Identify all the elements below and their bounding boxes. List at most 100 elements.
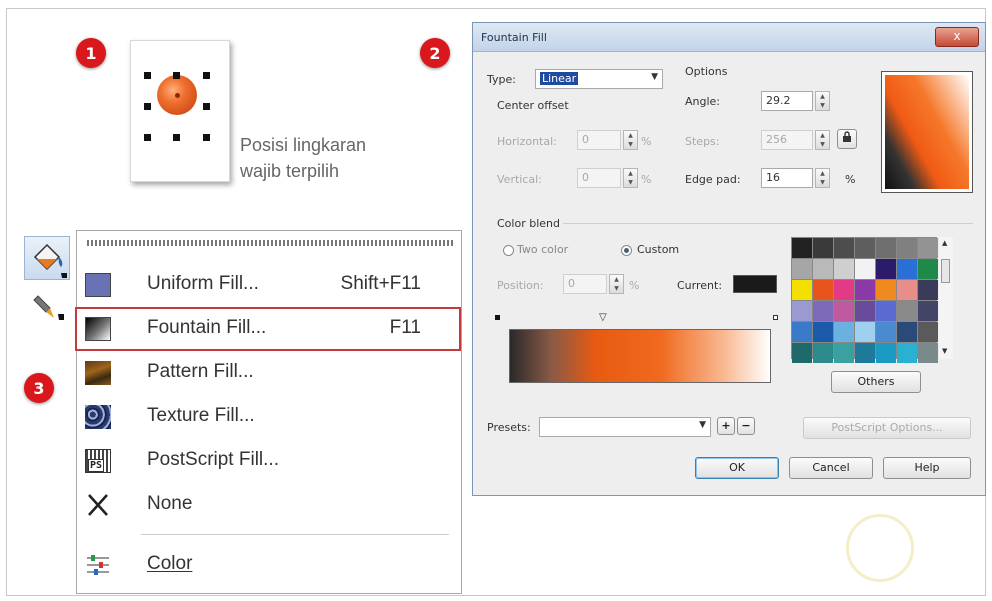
others-button[interactable]: Others <box>831 371 921 393</box>
cancel-button[interactable]: Cancel <box>789 457 873 479</box>
palette-swatch[interactable] <box>792 343 812 363</box>
palette-swatch[interactable] <box>792 280 812 300</box>
palette-swatch[interactable] <box>918 322 938 342</box>
selection-handle[interactable] <box>173 72 180 79</box>
two-color-radio[interactable] <box>503 245 514 256</box>
gradient-end-node[interactable] <box>773 315 778 320</box>
menu-item-none[interactable]: None <box>77 483 461 527</box>
palette-swatch[interactable] <box>813 238 833 258</box>
palette-swatch[interactable] <box>918 343 938 363</box>
palette-swatch[interactable] <box>918 280 938 300</box>
palette-swatch[interactable] <box>897 301 917 321</box>
selection-handle[interactable] <box>144 72 151 79</box>
palette-swatch[interactable] <box>897 322 917 342</box>
selection-handle[interactable] <box>144 134 151 141</box>
palette-swatch[interactable] <box>792 238 812 258</box>
palette-swatch[interactable] <box>813 322 833 342</box>
palette-swatch[interactable] <box>918 259 938 279</box>
palette-swatch[interactable] <box>855 238 875 258</box>
selection-handle[interactable] <box>203 72 210 79</box>
palette-swatch[interactable] <box>876 280 896 300</box>
angle-input[interactable]: 29.2 <box>761 91 813 111</box>
palette-swatch[interactable] <box>813 343 833 363</box>
horizontal-input[interactable]: 0 <box>577 130 621 150</box>
presets-select[interactable]: ▼ <box>539 417 711 437</box>
center-offset-label: Center offset <box>497 99 569 112</box>
palette-swatch[interactable] <box>834 322 854 342</box>
edge-pad-input[interactable]: 16 <box>761 168 813 188</box>
palette-swatch[interactable] <box>855 322 875 342</box>
palette-swatch[interactable] <box>834 280 854 300</box>
palette-swatch[interactable] <box>792 301 812 321</box>
palette-swatch[interactable] <box>897 280 917 300</box>
menu-item-pattern-fill[interactable]: Pattern Fill... <box>77 351 461 395</box>
custom-radio[interactable] <box>621 245 632 256</box>
ok-button[interactable]: OK <box>695 457 779 479</box>
vertical-spinner[interactable]: ▲ ▼ <box>623 168 638 188</box>
palette-swatch[interactable] <box>834 343 854 363</box>
menu-item-label: Color <box>147 553 193 574</box>
palette-swatch[interactable] <box>876 343 896 363</box>
menu-item-texture-fill[interactable]: Texture Fill... <box>77 395 461 439</box>
palette-swatch[interactable] <box>813 259 833 279</box>
menu-item-shortcut: F11 <box>389 317 421 338</box>
menu-item-uniform-fill[interactable]: Uniform Fill... Shift+F11 <box>77 263 461 307</box>
add-preset-button[interactable]: + <box>717 417 735 435</box>
palette-swatch[interactable] <box>855 301 875 321</box>
color-palette[interactable] <box>791 237 938 363</box>
palette-swatch[interactable] <box>855 259 875 279</box>
type-select[interactable]: Linear ▼ <box>535 69 663 89</box>
selection-handle[interactable] <box>203 134 210 141</box>
position-spinner[interactable]: ▲ ▼ <box>609 274 624 294</box>
palette-swatch[interactable] <box>876 259 896 279</box>
palette-swatch[interactable] <box>792 259 812 279</box>
edge-pad-spinner[interactable]: ▲ ▼ <box>815 168 830 188</box>
vertical-input[interactable]: 0 <box>577 168 621 188</box>
palette-swatch[interactable] <box>897 238 917 258</box>
steps-input[interactable]: 256 <box>761 130 813 150</box>
outline-tool-button[interactable] <box>30 292 66 322</box>
selection-handle[interactable] <box>144 103 151 110</box>
selection-handle[interactable] <box>173 134 180 141</box>
position-input[interactable]: 0 <box>563 274 607 294</box>
menu-item-color[interactable]: Color <box>77 543 461 587</box>
horizontal-spinner[interactable]: ▲ ▼ <box>623 130 638 150</box>
steps-spinner[interactable]: ▲ ▼ <box>815 130 830 150</box>
palette-scrollbar[interactable]: ▲ ▼ <box>939 237 953 359</box>
fill-tool-button[interactable] <box>24 236 70 280</box>
palette-swatch[interactable] <box>855 280 875 300</box>
palette-swatch[interactable] <box>792 322 812 342</box>
palette-swatch[interactable] <box>813 301 833 321</box>
palette-swatch[interactable] <box>855 343 875 363</box>
menu-item-postscript-fill[interactable]: PS PostScript Fill... <box>77 439 461 483</box>
palette-swatch[interactable] <box>834 238 854 258</box>
dialog-title: Fountain Fill <box>481 31 547 44</box>
palette-swatch[interactable] <box>876 301 896 321</box>
palette-swatch[interactable] <box>813 280 833 300</box>
caption: Posisi lingkaran wajib terpilih <box>240 132 366 184</box>
postscript-options-button[interactable]: PostScript Options... <box>803 417 971 439</box>
gradient-start-node[interactable] <box>495 315 500 320</box>
menu-tear-off-grip[interactable] <box>87 240 453 246</box>
palette-swatch[interactable] <box>834 301 854 321</box>
steps-lock-button[interactable] <box>837 129 857 149</box>
palette-swatch[interactable] <box>876 322 896 342</box>
palette-swatch[interactable] <box>834 259 854 279</box>
close-button[interactable]: x <box>935 27 979 47</box>
remove-preset-button[interactable]: − <box>737 417 755 435</box>
palette-swatch[interactable] <box>918 301 938 321</box>
palette-swatch[interactable] <box>918 238 938 258</box>
gradient-editor-bar[interactable] <box>509 329 771 383</box>
menu-item-fountain-fill[interactable]: Fountain Fill... F11 <box>75 307 461 351</box>
palette-swatch[interactable] <box>897 343 917 363</box>
help-button[interactable]: Help <box>883 457 971 479</box>
midpoint-marker[interactable]: ▽ <box>599 313 607 323</box>
dialog-titlebar[interactable]: Fountain Fill x <box>473 23 985 52</box>
selection-handle[interactable] <box>203 103 210 110</box>
menu-item-label: Fountain Fill... <box>147 317 267 338</box>
palette-swatch[interactable] <box>876 238 896 258</box>
scroll-thumb[interactable] <box>941 259 950 283</box>
current-color-swatch[interactable] <box>733 275 777 293</box>
palette-swatch[interactable] <box>897 259 917 279</box>
angle-spinner[interactable]: ▲ ▼ <box>815 91 830 111</box>
